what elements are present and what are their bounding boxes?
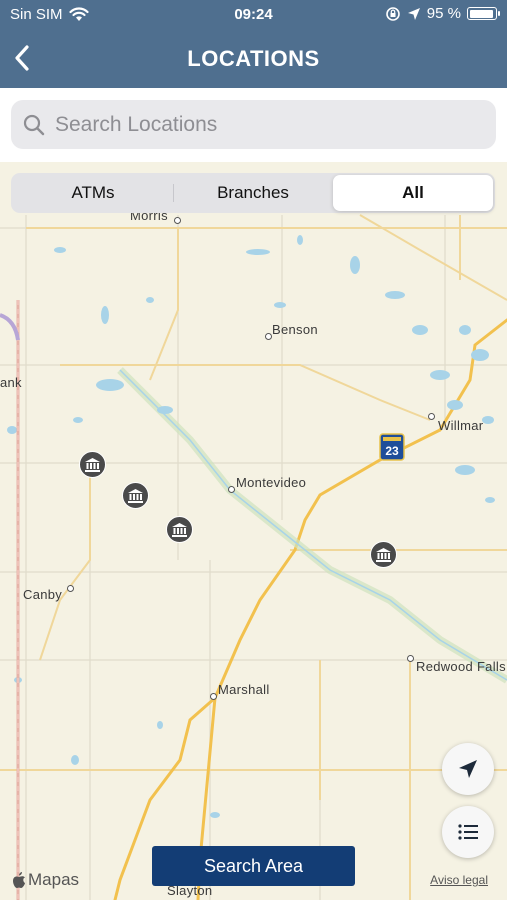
town-label-partial: ank bbox=[0, 375, 22, 390]
bank-icon bbox=[128, 488, 143, 503]
town-marker bbox=[265, 333, 272, 340]
maps-attribution: Mapas bbox=[12, 870, 79, 890]
branch-pin[interactable] bbox=[122, 482, 149, 509]
search-input[interactable] bbox=[53, 111, 477, 138]
filter-tab-branches[interactable]: Branches bbox=[173, 175, 333, 211]
town-marker bbox=[407, 655, 414, 662]
town-label-montevideo: Montevideo bbox=[236, 475, 307, 490]
location-services-icon bbox=[407, 7, 420, 20]
chevron-left-icon bbox=[15, 45, 29, 71]
town-label-benson: Benson bbox=[272, 322, 318, 337]
location-filter-control: ATMs Branches All bbox=[11, 173, 495, 213]
bank-icon bbox=[172, 522, 187, 537]
filter-tab-atms[interactable]: ATMs bbox=[13, 175, 173, 211]
town-marker bbox=[428, 413, 435, 420]
town-marker bbox=[67, 585, 74, 592]
town-marker bbox=[210, 693, 217, 700]
apple-logo-icon bbox=[13, 872, 25, 888]
bank-icon bbox=[85, 457, 100, 472]
town-label-willmar: Willmar bbox=[438, 418, 484, 433]
town-marker bbox=[228, 486, 235, 493]
filter-tab-all[interactable]: All bbox=[333, 175, 493, 211]
search-area-button[interactable]: Search Area bbox=[152, 846, 355, 886]
legal-notice-link[interactable]: Aviso legal bbox=[430, 873, 488, 887]
maps-attribution-text: Mapas bbox=[28, 870, 80, 889]
search-bar-container bbox=[0, 88, 507, 162]
branch-pin[interactable] bbox=[166, 516, 193, 543]
town-marker bbox=[174, 217, 181, 224]
town-label-marshall: Marshall bbox=[218, 682, 270, 697]
battery-percent: 95 % bbox=[426, 5, 461, 22]
town-label-redwood-falls: Redwood Falls bbox=[416, 659, 506, 674]
town-label-canby: Canby bbox=[23, 587, 63, 602]
search-box[interactable] bbox=[11, 100, 496, 149]
map-background bbox=[0, 162, 507, 900]
orientation-lock-icon bbox=[385, 6, 400, 21]
battery-icon bbox=[467, 7, 500, 20]
back-button[interactable] bbox=[10, 42, 40, 74]
bank-icon bbox=[376, 547, 391, 562]
navigation-bar: LOCATIONS bbox=[0, 30, 507, 88]
highway-shield-icon: 23 bbox=[379, 433, 405, 461]
search-icon bbox=[23, 114, 45, 135]
current-location-button[interactable] bbox=[442, 743, 494, 795]
page-title: LOCATIONS bbox=[187, 46, 320, 71]
branch-pin[interactable] bbox=[79, 451, 106, 478]
branch-pin[interactable] bbox=[370, 541, 397, 568]
status-bar: Sin SIM 09:24 95 % bbox=[0, 0, 507, 30]
location-arrow-icon bbox=[459, 760, 477, 778]
list-icon bbox=[458, 824, 478, 840]
map-view[interactable]: Morris Benson Willmar Montevideo Canby R… bbox=[0, 162, 507, 900]
highway-number: 23 bbox=[385, 444, 399, 458]
list-view-button[interactable] bbox=[442, 806, 494, 858]
